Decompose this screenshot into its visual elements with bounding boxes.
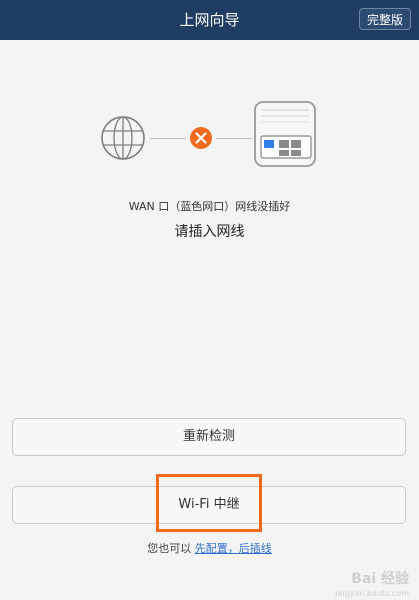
full-version-button[interactable]: 完整版 <box>358 8 411 30</box>
globe-icon <box>101 116 145 160</box>
instruction-text: 请插入网线 <box>174 224 245 240</box>
title-bar: 上网向导 完整版 <box>0 0 419 40</box>
status-message: WAN 口（蓝色网口）网线没插好 <box>128 200 291 213</box>
connection-line-right <box>216 138 252 139</box>
x-circle-icon <box>190 127 212 149</box>
page-title: 上网向导 <box>179 11 240 29</box>
hint-prefix: 您也可以 <box>147 542 195 555</box>
configure-first-link[interactable]: 先配置，后插线 <box>195 542 272 555</box>
watermark-url: jingyan.baidu.com <box>335 589 409 598</box>
hint-text: 您也可以 先配置，后插线 <box>0 540 419 556</box>
highlight-box <box>156 474 262 532</box>
recheck-button[interactable]: 重新检测 <box>12 418 406 456</box>
router-icon <box>254 101 316 167</box>
connection-line-left <box>150 138 186 139</box>
watermark-text: Bai 经验 <box>351 571 409 587</box>
